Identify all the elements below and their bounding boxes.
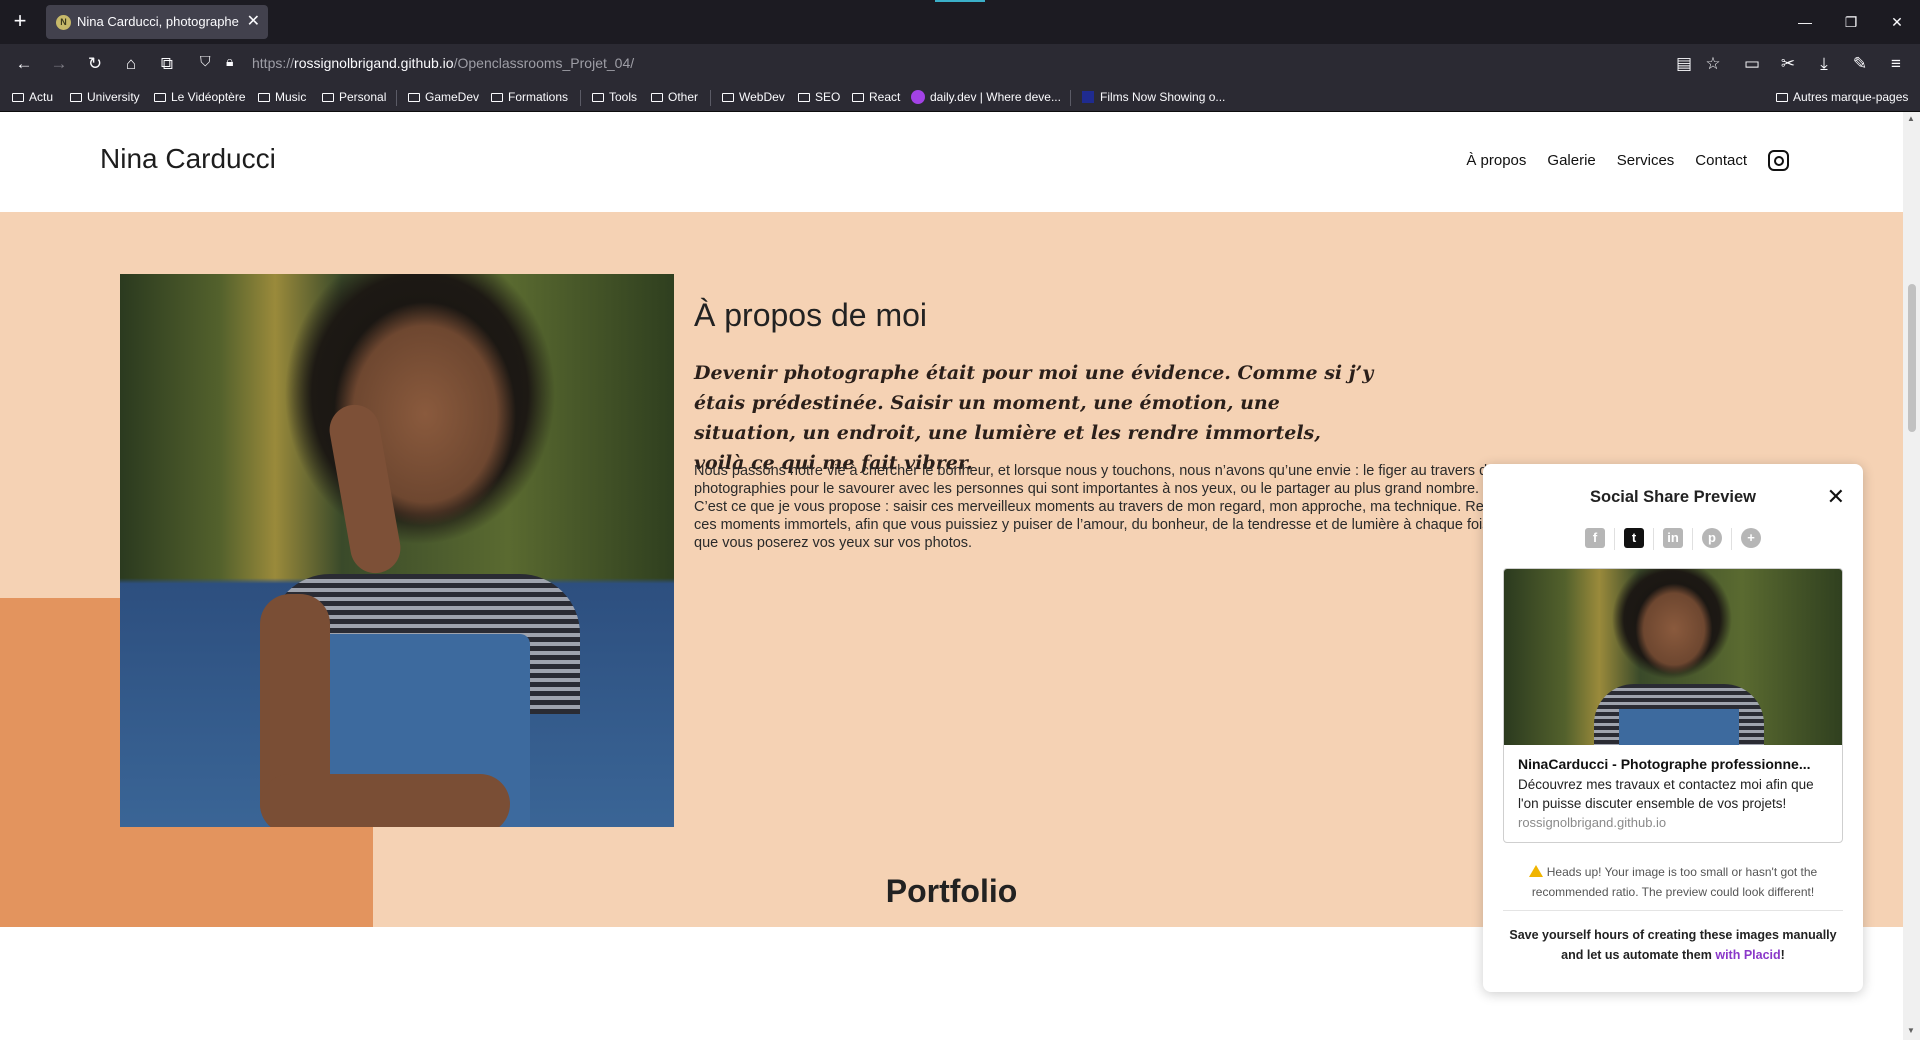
bookmark-folder[interactable]: Formations [491, 90, 568, 104]
home-icon[interactable]: ⌂ [119, 52, 143, 76]
bookmark-folder[interactable]: University [70, 90, 140, 104]
linkedin-icon[interactable]: in [1663, 528, 1683, 548]
forward-icon[interactable]: → [47, 52, 71, 76]
preview-card: NinaCarducci - Photographe professionne.… [1503, 568, 1843, 843]
folder-icon [322, 92, 334, 102]
promo-text: Save yourself hours of creating these im… [1509, 928, 1837, 962]
warning-icon [1528, 865, 1543, 877]
twitter-icon[interactable]: t [1624, 528, 1644, 548]
bookmark-separator [1070, 90, 1071, 106]
scrollbar-thumb[interactable] [1908, 284, 1916, 432]
folder-icon [798, 92, 810, 102]
bookmark-folder[interactable]: Music [258, 90, 306, 104]
preview-image [1504, 569, 1842, 745]
extensions-icon[interactable]: ⧉ [155, 52, 179, 76]
scroll-up-icon[interactable]: ▲ [1907, 114, 1915, 123]
folder-icon[interactable]: ▭ [1740, 52, 1764, 76]
site-nav: À propos Galerie Services Contact [1445, 150, 1789, 171]
minimize-button[interactable]: — [1782, 0, 1828, 44]
bookmark-separator [710, 90, 711, 106]
preview-title: NinaCarducci - Photographe professionne.… [1518, 756, 1811, 772]
tab-active[interactable]: N Nina Carducci, photographe ✕ [46, 5, 268, 39]
bookmark-folder[interactable]: SEO [798, 90, 840, 104]
bookmark-link[interactable]: Films Now Showing o... [1082, 90, 1225, 104]
bookmark-separator [396, 90, 397, 106]
folder-icon [1776, 92, 1788, 102]
bookmark-star-icon[interactable]: ☆ [1701, 52, 1725, 76]
daily-dev-icon [911, 90, 925, 104]
menu-icon[interactable]: ≡ [1884, 52, 1908, 76]
more-networks-icon[interactable]: + [1741, 528, 1761, 548]
folder-icon [12, 92, 24, 102]
devtools-icon[interactable]: ✎ [1848, 52, 1872, 76]
screenshot-icon[interactable]: ✂ [1776, 52, 1800, 76]
bookmark-folder[interactable]: Le Vidéoptère [154, 90, 246, 104]
tracking-shield-icon[interactable]: ⛉ [200, 53, 211, 70]
downloads-icon[interactable]: ⤓ [1812, 52, 1836, 76]
folder-icon [154, 92, 166, 102]
about-text: Nous passons notre vie à chercher le bon… [694, 463, 1513, 551]
social-share-popup: Social Share Preview ✕ f t in p + NinaCa… [1483, 464, 1863, 992]
tab-favicon-icon: N [56, 15, 71, 30]
page-scrollbar[interactable]: ▲ ▼ [1903, 112, 1920, 1040]
scroll-down-icon[interactable]: ▼ [1907, 1026, 1915, 1035]
placid-link[interactable]: with Placid [1715, 948, 1780, 962]
folder-icon [651, 92, 663, 102]
close-icon[interactable]: ✕ [1827, 484, 1845, 510]
folder-icon [722, 92, 734, 102]
preview-description: Découvrez mes travaux et contactez moi a… [1518, 777, 1814, 811]
nav-link-services[interactable]: Services [1617, 152, 1675, 169]
tab-strip: + N Nina Carducci, photographe ✕ — ❐ ✕ [0, 0, 1920, 44]
bookmark-link[interactable]: daily.dev | Where deve... [911, 90, 1061, 104]
pinterest-icon[interactable]: p [1702, 528, 1722, 548]
bookmark-folder[interactable]: WebDev [722, 90, 785, 104]
tab-title: Nina Carducci, photographe [77, 14, 239, 29]
folder-icon [592, 92, 604, 102]
back-icon[interactable]: ← [12, 52, 36, 76]
reload-icon[interactable]: ↻ [83, 52, 107, 76]
nav-link-contact[interactable]: Contact [1695, 152, 1747, 169]
bookmark-folder[interactable]: Other [651, 90, 698, 104]
lock-icon[interactable]: 🔒︎ [226, 53, 233, 70]
preview-domain: rossignolbrigand.github.io [1518, 815, 1667, 830]
bookmarks-toolbar: Actu University Le Vidéoptère Music Pers… [0, 84, 1920, 112]
bookmark-separator [580, 90, 581, 106]
nav-link-about[interactable]: À propos [1466, 152, 1526, 169]
close-window-button[interactable]: ✕ [1874, 0, 1920, 44]
folder-icon [491, 92, 503, 102]
sound-indicator [935, 0, 985, 2]
about-title: À propos de moi [694, 297, 928, 333]
divider [1503, 910, 1843, 911]
tab-close-icon[interactable]: ✕ [247, 11, 260, 31]
facebook-icon[interactable]: f [1585, 528, 1605, 548]
network-tabs: f t in p + [1483, 528, 1863, 550]
restore-button[interactable]: ❐ [1828, 0, 1874, 44]
bookmark-folder[interactable]: React [852, 90, 900, 104]
image-warning: Heads up! Your image is too small or has… [1503, 862, 1843, 902]
nav-link-gallery[interactable]: Galerie [1547, 152, 1595, 169]
reader-view-icon[interactable]: ▤ [1672, 52, 1696, 76]
folder-icon [70, 92, 82, 102]
folder-icon [408, 92, 420, 102]
bookmark-folder[interactable]: Tools [592, 90, 637, 104]
popup-title: Social Share Preview [1589, 488, 1756, 506]
about-quote: Devenir photographe était pour moi une é… [694, 362, 1374, 474]
url-text[interactable]: https://rossignolbrigand.github.io/Openc… [252, 55, 634, 71]
bookmark-folder[interactable]: Personal [322, 90, 386, 104]
window-controls: — ❐ ✕ [1782, 0, 1920, 44]
other-bookmarks[interactable]: Autres marque-pages [1776, 90, 1908, 104]
site-logo[interactable]: Nina Carducci [100, 143, 276, 175]
bookmark-folder[interactable]: Actu [12, 90, 53, 104]
films-site-icon [1082, 91, 1094, 103]
instagram-icon[interactable] [1768, 150, 1789, 171]
address-bar[interactable]: ⛉ 🔒︎ https://rossignolbrigand.github.io/… [190, 49, 1680, 79]
bookmark-folder[interactable]: GameDev [408, 90, 479, 104]
portrait-photo [120, 274, 674, 827]
new-tab-button[interactable]: + [8, 10, 32, 34]
folder-icon [852, 92, 864, 102]
folder-icon [258, 92, 270, 102]
navigation-toolbar: ← → ↻ ⌂ ⧉ ⛉ 🔒︎ https://rossignolbrigand.… [0, 44, 1920, 84]
site-header: Nina Carducci À propos Galerie Services … [0, 112, 1903, 212]
